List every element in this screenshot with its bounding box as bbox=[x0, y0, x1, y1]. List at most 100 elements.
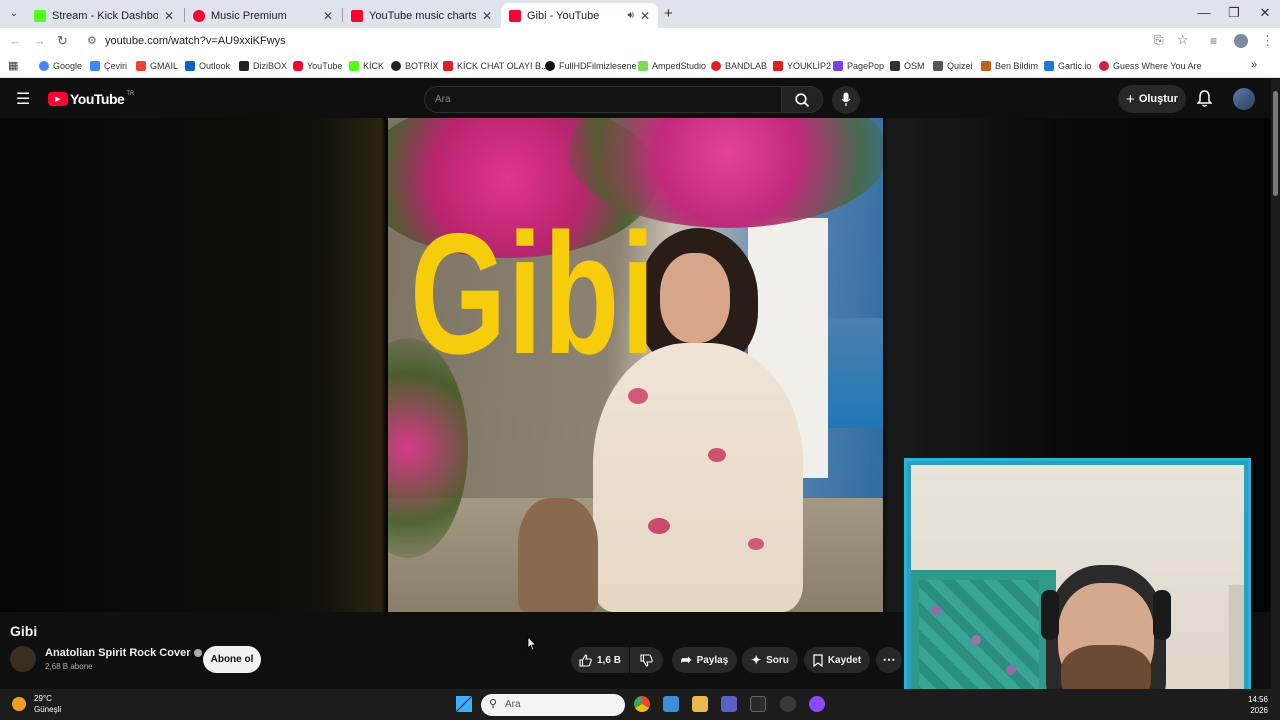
restore-icon[interactable]: ❐ bbox=[1219, 5, 1249, 21]
bookmark-gartic[interactable]: Gartic.io bbox=[1044, 61, 1092, 71]
chrome-icon[interactable] bbox=[634, 696, 650, 712]
google-icon bbox=[39, 61, 49, 71]
youtube-icon bbox=[443, 61, 453, 71]
bookmark-kick-chat[interactable]: KİCK CHAT OLAYI B... bbox=[443, 61, 549, 71]
tab-title: Stream - Kick Dashboard bbox=[52, 9, 158, 22]
taskbar-search[interactable]: ⚲ Ara bbox=[481, 694, 625, 716]
scrollbar-thumb[interactable] bbox=[1273, 91, 1278, 196]
weather-widget[interactable]: 29°C Güneşli bbox=[34, 693, 61, 715]
dislike-button[interactable] bbox=[630, 647, 663, 673]
save-button[interactable]: Kaydet bbox=[804, 647, 870, 673]
profile-avatar[interactable] bbox=[1234, 34, 1248, 48]
channel-name[interactable]: Anatolian Spirit Rock Cover bbox=[45, 647, 203, 659]
youtube-logo[interactable]: ▶ YouTube TR bbox=[48, 91, 134, 107]
back-icon[interactable]: ← bbox=[9, 33, 22, 48]
bookmark-guess-where[interactable]: Guess Where You Are bbox=[1099, 61, 1202, 71]
youtube-music-icon bbox=[193, 9, 205, 22]
bookmark-quizei[interactable]: Quizei bbox=[933, 61, 973, 71]
apps-grid-icon[interactable]: ▦ bbox=[8, 59, 18, 72]
map-pin-icon bbox=[1099, 61, 1109, 71]
teams-icon[interactable] bbox=[721, 696, 737, 712]
more-bookmarks-icon[interactable]: » bbox=[1251, 59, 1257, 71]
bookmark-pagepop[interactable]: PagePop bbox=[833, 61, 884, 71]
thumbs-down-icon bbox=[640, 653, 653, 667]
tab-search-icon[interactable]: ⌄ bbox=[6, 6, 22, 22]
bookmark-ceviri[interactable]: Çeviri bbox=[90, 61, 127, 71]
reload-icon[interactable]: ↻ bbox=[57, 33, 68, 49]
tab-kick-dashboard[interactable]: Stream - Kick Dashboard ✕ bbox=[26, 3, 182, 28]
film-icon bbox=[545, 61, 555, 71]
osm-icon bbox=[890, 61, 900, 71]
create-button[interactable]: + Oluştur bbox=[1118, 85, 1186, 113]
twitch-icon[interactable] bbox=[809, 696, 825, 712]
bookmark-dizibox[interactable]: DiziBOX bbox=[239, 61, 287, 71]
close-window-icon[interactable]: ✕ bbox=[1250, 5, 1280, 21]
subscriber-count: 2,68 B abone bbox=[45, 662, 93, 671]
more-actions-button[interactable]: ⋯ bbox=[876, 647, 902, 673]
weather-sun-icon bbox=[12, 697, 26, 711]
youtube-icon bbox=[509, 9, 521, 22]
youtube-play-logo-icon: ▶ bbox=[48, 92, 68, 106]
subscribe-button[interactable]: Abone ol bbox=[203, 646, 261, 673]
search-button[interactable] bbox=[781, 86, 823, 113]
verified-badge-icon bbox=[194, 649, 203, 657]
channel-avatar[interactable] bbox=[10, 646, 36, 672]
media-control-icon[interactable]: ≡ bbox=[1210, 34, 1217, 48]
app-icon[interactable] bbox=[663, 696, 679, 712]
search-input[interactable]: Ara bbox=[424, 86, 782, 113]
address-bar[interactable]: ⚙︎ youtube.com/watch?v=AU9xxiKFwys ⎘ ☆ bbox=[80, 31, 1200, 53]
minimize-icon[interactable]: — bbox=[1189, 5, 1219, 20]
system-clock[interactable]: 14:56 2026 bbox=[1240, 694, 1268, 716]
like-button[interactable]: 1,6 B bbox=[571, 647, 629, 673]
search-icon: ⚲ bbox=[489, 698, 498, 710]
bookmark-kick[interactable]: KİCK bbox=[349, 61, 384, 71]
steam-icon[interactable] bbox=[780, 696, 796, 712]
youtube-icon bbox=[293, 61, 303, 71]
gartic-icon bbox=[1044, 61, 1054, 71]
page-scrollbar[interactable] bbox=[1271, 79, 1280, 689]
thumbs-up-icon bbox=[579, 653, 592, 667]
bookmark-youklip[interactable]: YOUKLİP2 bbox=[773, 61, 831, 71]
close-tab-icon[interactable]: ✕ bbox=[640, 9, 650, 23]
voice-search-button[interactable] bbox=[832, 86, 860, 114]
sparkle-icon: ✦ bbox=[751, 653, 762, 667]
quizei-icon bbox=[933, 61, 943, 71]
file-explorer-icon[interactable] bbox=[692, 696, 708, 712]
install-app-icon[interactable]: ⎘ bbox=[1154, 33, 1164, 48]
hamburger-menu-icon[interactable]: ☰ bbox=[16, 89, 30, 109]
url-text: youtube.com/watch?v=AU9xxiKFwys bbox=[105, 35, 286, 47]
ask-button[interactable]: ✦ Soru bbox=[742, 647, 798, 673]
bookmark-ben-bildim[interactable]: Ben Bildim bbox=[981, 61, 1038, 71]
tab-title: Music Premium bbox=[211, 9, 287, 22]
windows-start-icon[interactable] bbox=[456, 696, 472, 712]
ben-bildim-icon bbox=[981, 61, 991, 71]
share-button[interactable]: ➦ Paylaş bbox=[672, 647, 737, 673]
search-placeholder: Ara bbox=[435, 94, 451, 105]
new-tab-icon[interactable]: + bbox=[664, 5, 673, 22]
outlook-icon bbox=[185, 61, 195, 71]
tab-youtube-charts[interactable]: YouTube music charts: Turkey T ✕ bbox=[343, 3, 500, 28]
tab-music-premium[interactable]: Music Premium ✕ bbox=[185, 3, 341, 28]
bookmark-gmail[interactable]: GMAIL bbox=[136, 61, 178, 71]
close-tab-icon[interactable]: ✕ bbox=[164, 9, 174, 23]
audio-playing-icon[interactable]: 🔊︎ bbox=[628, 10, 634, 21]
bookmark-fullhdfilm[interactable]: FullHDFilmizlesene bbox=[545, 61, 637, 71]
site-info-icon[interactable]: ⚙︎ bbox=[87, 34, 97, 47]
bookmark-botrix[interactable]: BOTRİX bbox=[391, 61, 439, 71]
menu-kebab-icon[interactable]: ⋮ bbox=[1261, 33, 1274, 49]
account-avatar[interactable] bbox=[1233, 88, 1255, 110]
bookmark-bandlab[interactable]: BANDLAB bbox=[711, 61, 767, 71]
close-tab-icon[interactable]: ✕ bbox=[323, 9, 333, 23]
bookmarks-bar: ▦ Google Çeviri GMAIL Outlook DiziBOX Yo… bbox=[0, 56, 1280, 78]
bookmark-google[interactable]: Google bbox=[39, 61, 82, 71]
close-tab-icon[interactable]: ✕ bbox=[482, 9, 492, 23]
bookmark-ampedstudio[interactable]: AmpedStudio bbox=[638, 61, 706, 71]
forward-icon[interactable]: → bbox=[33, 33, 46, 48]
notifications-bell-icon[interactable] bbox=[1197, 90, 1212, 107]
bookmark-star-icon[interactable]: ☆ bbox=[1177, 32, 1189, 48]
bookmark-outlook[interactable]: Outlook bbox=[185, 61, 230, 71]
bookmark-youtube[interactable]: YouTube bbox=[293, 61, 342, 71]
tab-gibi-youtube[interactable]: Gibi - YouTube 🔊︎ ✕ bbox=[501, 3, 658, 28]
bookmark-osm[interactable]: OSM bbox=[890, 61, 925, 71]
epic-games-icon[interactable] bbox=[750, 696, 766, 712]
